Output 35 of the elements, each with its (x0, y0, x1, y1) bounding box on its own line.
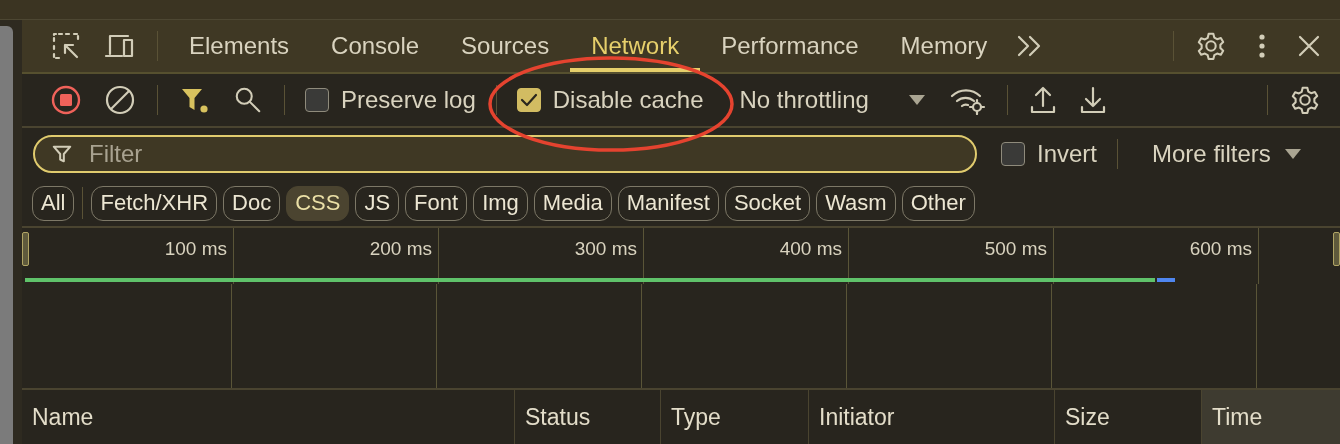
checkbox-label: Invert (1037, 140, 1098, 168)
panel-tab[interactable]: Memory (879, 20, 1009, 72)
filter-field[interactable]: Filter (33, 135, 977, 173)
type-filter-chip[interactable]: Media (533, 185, 612, 221)
type-filter-chip[interactable]: Wasm (816, 185, 896, 221)
panel-tab[interactable]: Sources (440, 20, 571, 72)
panel-tab[interactable]: Elements (168, 20, 311, 72)
column-header[interactable]: Status (515, 390, 661, 444)
throttling-dropdown[interactable]: No throttling (733, 86, 940, 114)
column-header[interactable]: Type (661, 390, 809, 444)
more-filters-dropdown[interactable]: More filters (1146, 139, 1307, 169)
tick-label: 600 ms (1189, 238, 1252, 260)
type-filter-chip[interactable]: Manifest (617, 185, 719, 221)
type-filter-chip[interactable]: JS (355, 185, 400, 221)
type-filter-chip[interactable]: Fetch/XHR (91, 185, 218, 221)
panel-tab[interactable]: Performance (700, 20, 880, 72)
tick-label: 400 ms (779, 238, 842, 260)
type-filter-chip[interactable]: Doc (223, 185, 281, 221)
checkbox-label: Disable cache (552, 86, 704, 114)
tick-label: 100 ms (164, 238, 227, 260)
column-header[interactable]: Name (22, 390, 515, 444)
tick-label: 200 ms (369, 238, 432, 260)
type-filter-chip[interactable]: All (32, 185, 75, 221)
panel-tab[interactable]: Network (570, 20, 701, 72)
type-filter-chip[interactable]: Other (901, 185, 975, 221)
panel-tab[interactable]: Console (310, 20, 441, 72)
type-filter-chip[interactable]: Font (405, 185, 468, 221)
column-header[interactable]: Time (1202, 390, 1340, 444)
column-header[interactable]: Initiator (809, 390, 1055, 444)
tick-label: 300 ms (574, 238, 637, 260)
checkbox-label: Preserve log (341, 86, 476, 114)
type-filter-chip[interactable]: Img (473, 185, 528, 221)
tick-label: 500 ms (984, 238, 1047, 260)
type-filter-chip[interactable]: CSS (286, 185, 350, 221)
type-filter-chip[interactable]: Socket (724, 185, 811, 221)
